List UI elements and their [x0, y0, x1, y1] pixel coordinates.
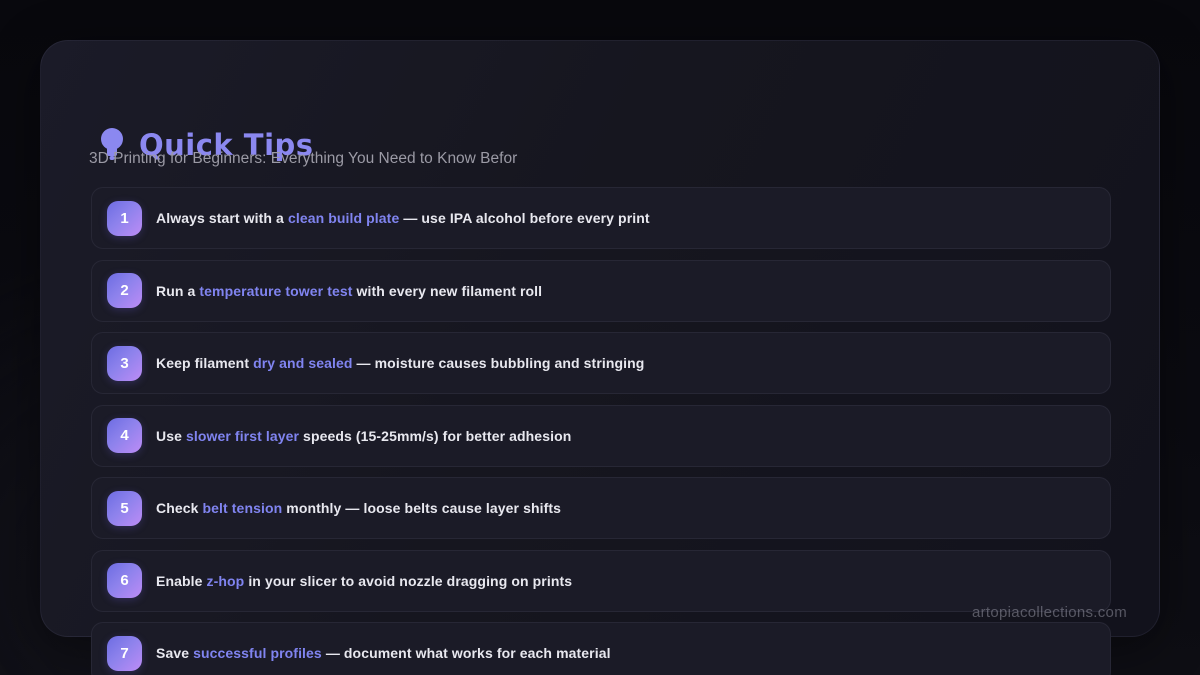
tip-text: Save successful profiles — document what…: [156, 645, 611, 661]
tip-text-pre: Keep filament: [156, 355, 253, 371]
tip-text-post: — document what works for each material: [322, 645, 611, 661]
quick-tips-panel: Quick Tips 3D Printing for Beginners: Ev…: [40, 40, 1160, 637]
tip-text-post: — use IPA alcohol before every print: [399, 210, 649, 226]
tip-card: 4 Use slower first layer speeds (15-25mm…: [91, 405, 1111, 467]
tip-text-post: with every new filament roll: [353, 283, 543, 299]
tip-text: Run a temperature tower test with every …: [156, 283, 542, 299]
tip-text-pre: Save: [156, 645, 193, 661]
tip-highlight: clean build plate: [288, 210, 399, 226]
tip-card: 7 Save successful profiles — document wh…: [91, 622, 1111, 675]
tip-text-post: monthly — loose belts cause layer shifts: [282, 500, 561, 516]
tip-number-badge: 7: [107, 636, 142, 671]
tip-text: Enable z-hop in your slicer to avoid noz…: [156, 573, 572, 589]
watermark: artopiacollections.com: [972, 604, 1127, 621]
tip-highlight: temperature tower test: [199, 283, 352, 299]
tip-text: Use slower first layer speeds (15-25mm/s…: [156, 428, 571, 444]
tip-number-badge: 6: [107, 563, 142, 598]
tips-list: 1 Always start with a clean build plate …: [91, 187, 1111, 675]
tip-text: Check belt tension monthly — loose belts…: [156, 500, 561, 516]
tip-number-badge: 5: [107, 491, 142, 526]
tip-text-pre: Use: [156, 428, 186, 444]
tip-card: 3 Keep filament dry and sealed — moistur…: [91, 332, 1111, 394]
tip-text-pre: Run a: [156, 283, 199, 299]
tip-number-badge: 2: [107, 273, 142, 308]
tip-highlight: belt tension: [203, 500, 283, 516]
tip-number-badge: 1: [107, 201, 142, 236]
tip-card: 5 Check belt tension monthly — loose bel…: [91, 477, 1111, 539]
tip-number-badge: 3: [107, 346, 142, 381]
tip-card: 1 Always start with a clean build plate …: [91, 187, 1111, 249]
tip-text-post: in your slicer to avoid nozzle dragging …: [244, 573, 572, 589]
tip-number-badge: 4: [107, 418, 142, 453]
tip-card: 2 Run a temperature tower test with ever…: [91, 260, 1111, 322]
tip-text-pre: Enable: [156, 573, 207, 589]
tip-highlight: successful profiles: [193, 645, 322, 661]
tip-text-post: speeds (15-25mm/s) for better adhesion: [299, 428, 571, 444]
tip-highlight: z-hop: [207, 573, 245, 589]
tip-highlight: slower first layer: [186, 428, 299, 444]
tip-text: Always start with a clean build plate — …: [156, 210, 650, 226]
tip-text-pre: Check: [156, 500, 203, 516]
tip-highlight: dry and sealed: [253, 355, 352, 371]
tip-text: Keep filament dry and sealed — moisture …: [156, 355, 644, 371]
tip-text-post: — moisture causes bubbling and stringing: [353, 355, 645, 371]
subtitle: 3D Printing for Beginners: Everything Yo…: [89, 150, 517, 168]
tip-text-pre: Always start with a: [156, 210, 288, 226]
tip-card: 6 Enable z-hop in your slicer to avoid n…: [91, 550, 1111, 612]
